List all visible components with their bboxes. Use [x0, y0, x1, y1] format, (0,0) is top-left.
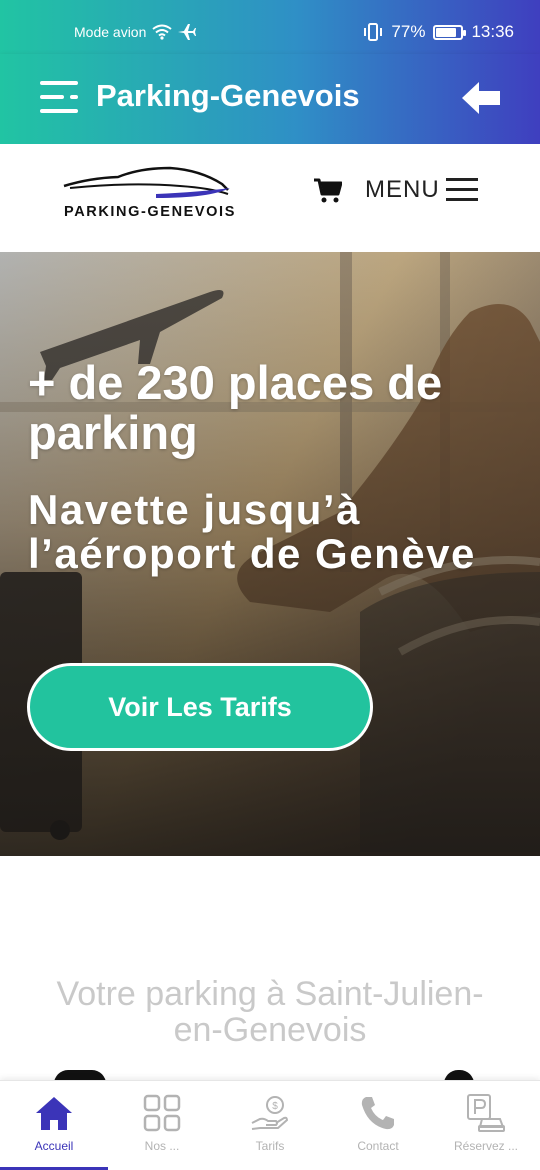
nav-item-tarifs[interactable]: $ Tarifs	[216, 1081, 324, 1170]
parking-car-icon	[467, 1094, 505, 1132]
hero-subtitle: Navette jusqu’à l’aéroport de Genève	[28, 486, 476, 577]
status-bar: Mode avion 77% 13:36	[0, 0, 540, 54]
hand-coin-icon: $	[251, 1096, 289, 1130]
hero-section: + de 230 places de parking Navette jusqu…	[0, 252, 540, 856]
airplane-mode-label: Mode avion	[74, 24, 147, 40]
battery-percent: 77%	[391, 22, 426, 41]
svg-text:$: $	[272, 1101, 278, 1112]
grid-icon	[143, 1094, 181, 1132]
hamburger-line	[40, 109, 78, 113]
view-rates-button[interactable]: Voir Les Tarifs	[27, 663, 373, 751]
nav-label: Accueil	[34, 1139, 74, 1153]
nav-label: Tarifs	[255, 1139, 285, 1153]
battery-icon	[433, 24, 467, 40]
wifi-icon	[152, 24, 173, 40]
car-silhouette-logo	[63, 166, 230, 198]
heading-fragment	[444, 1070, 474, 1080]
home-icon	[36, 1097, 72, 1130]
nav-item-accueil[interactable]: Accueil	[0, 1081, 108, 1170]
nav-item-reservez[interactable]: Réservez ...	[432, 1081, 540, 1170]
nav-label: Nos ...	[144, 1139, 180, 1153]
bottom-nav: Accueil Nos ... $ Tarifs Contact Réserve…	[0, 1080, 540, 1170]
app-title: Parking-Genevois	[96, 78, 360, 113]
menu-line	[446, 188, 478, 191]
status-right: 77% 13:36	[363, 22, 514, 42]
menu-line	[446, 178, 478, 181]
hamburger-icon[interactable]	[40, 80, 80, 114]
menu-icon[interactable]	[446, 178, 478, 202]
phone-icon	[361, 1097, 394, 1130]
menu-label[interactable]: MENU	[365, 176, 440, 204]
site-header: PARKING-GENEVOIS MENU	[0, 144, 540, 252]
site-logo[interactable]: PARKING-GENEVOIS	[60, 164, 236, 226]
clock: 13:36	[471, 22, 514, 41]
status-left: Mode avion	[74, 24, 197, 40]
battery-fill	[436, 27, 457, 37]
hamburger-line	[40, 81, 78, 85]
logo-text: PARKING-GENEVOIS	[64, 204, 236, 220]
airplane-icon	[178, 24, 197, 40]
nav-label: Réservez ...	[453, 1139, 519, 1153]
hero-title: + de 230 places de parking	[28, 356, 443, 459]
nav-item-nos[interactable]: Nos ...	[108, 1081, 216, 1170]
vibrate-icon	[364, 23, 383, 41]
partially-visible-heading	[40, 1066, 500, 1080]
heading-fragment	[54, 1070, 106, 1080]
cart-icon[interactable]	[314, 178, 342, 204]
nav-item-contact[interactable]: Contact	[324, 1081, 432, 1170]
hamburger-line	[40, 95, 64, 99]
hamburger-line	[70, 95, 78, 99]
menu-line	[446, 198, 478, 201]
arrow-left-icon[interactable]	[462, 82, 500, 114]
section-heading: Votre parking à Saint-Julien-en-Genevois	[56, 975, 484, 1049]
nav-label: Contact	[357, 1139, 399, 1153]
app-header: Parking-Genevois	[0, 54, 540, 144]
